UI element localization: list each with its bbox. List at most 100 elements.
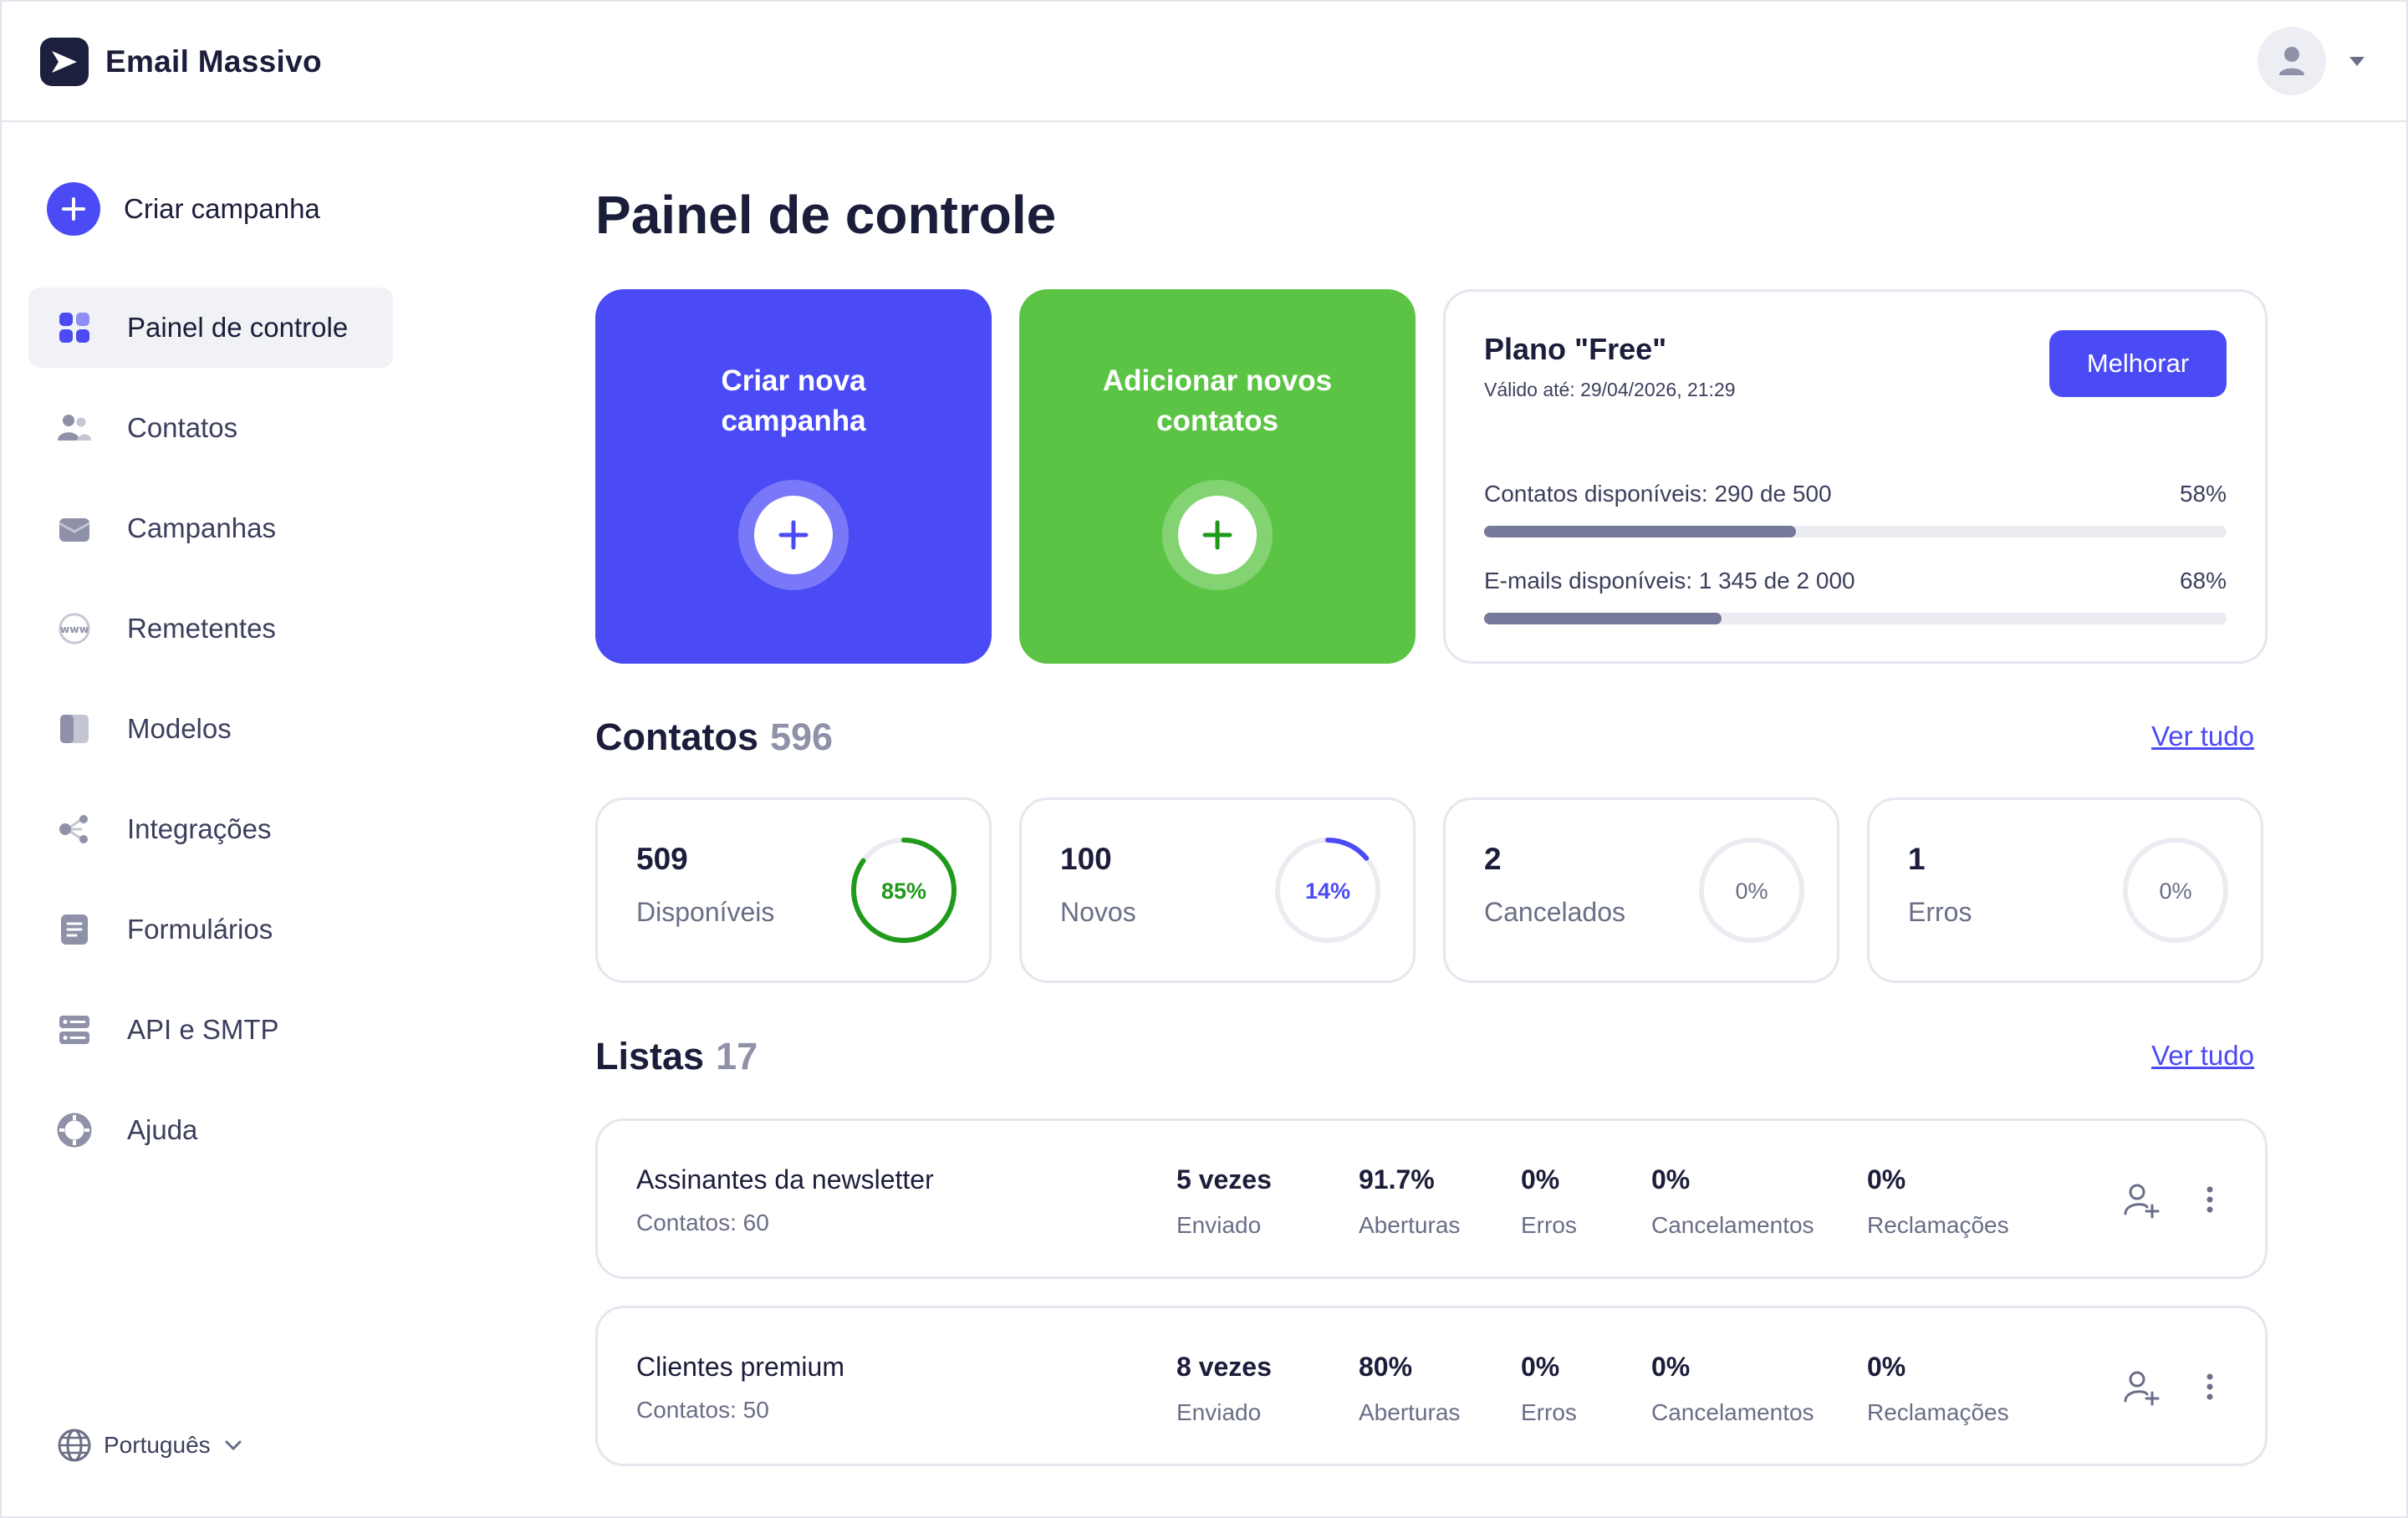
contacts-quota-track [1484,526,2227,537]
list-contacts-count: Contatos: 50 [636,1397,769,1423]
svg-text:www: www [60,623,89,635]
chevron-down-icon[interactable] [2349,56,2365,66]
list-contacts-count: Contatos: 60 [636,1210,769,1235]
list-name: Assinantes da newsletter [636,1164,934,1195]
new-contacts-card[interactable]: Adicionar novos contatos [1019,289,1416,664]
create-campaign-button[interactable]: Criar campanha [47,182,320,236]
new-campaign-title: Criar nova campanha [721,364,866,437]
emails-quota-percent: 68% [2179,568,2227,593]
metric-label: Cancelamentos [1651,1212,1814,1238]
plus-icon [754,496,833,574]
sidebar-item-templates[interactable]: Modelos [28,689,393,769]
sidebar-item-label: Ajuda [127,1114,198,1145]
app-name: Email Massivo [105,44,322,79]
plus-icon [1178,496,1257,574]
contacts-section-title: Contatos 596 [595,716,833,759]
forms-icon [57,912,92,947]
metric-opens: 80% Aberturas [1359,1352,1460,1426]
templates-icon [57,711,92,746]
add-contact-button[interactable] [2120,1365,2163,1408]
contacts-view-all-link[interactable]: Ver tudo [2151,721,2254,752]
chevron-down-icon [225,1440,242,1451]
avatar[interactable] [2258,27,2326,95]
sidebar-item-label: Contatos [127,412,238,443]
sidebar-item-contacts[interactable]: Contatos [28,388,393,468]
stat-label: Cancelados [1484,897,1625,927]
stat-card-new[interactable]: 100 Novos 14% [1019,797,1416,983]
metric-label: Cancelamentos [1651,1399,1814,1425]
metric-unsubscribes: 0% Cancelamentos [1651,1352,1814,1426]
more-options-button[interactable] [2188,1178,2232,1221]
sidebar-item-campaigns[interactable]: Campanhas [28,488,393,568]
new-contacts-plus-button[interactable] [1162,480,1273,590]
progress-ring: 0% [1699,838,1804,943]
metric-value: 0% [1521,1352,1560,1382]
sidebar-nav: Painel de controle Contatos Campanhas ww… [28,288,393,1190]
user-icon [2279,47,2304,75]
metric-value: 0% [1651,1164,1691,1195]
more-options-button[interactable] [2188,1365,2232,1408]
stat-card-cancelled[interactable]: 2 Cancelados 0% [1443,797,1839,983]
campaigns-icon [57,511,92,546]
metric-unsubscribes: 0% Cancelamentos [1651,1164,1814,1239]
lists-view-all-link[interactable]: Ver tudo [2151,1040,2254,1072]
plus-icon [47,182,100,236]
metric-value: 0% [1651,1352,1691,1382]
contacts-section-count: 596 [770,716,834,758]
more-vertical-icon [2206,1373,2213,1400]
plan-title: Plano "Free" [1484,332,1667,366]
plan-valid-until: Válido até: 29/04/2026, 21:29 [1484,379,1736,400]
sidebar-item-forms[interactable]: Formulários [28,889,393,970]
metric-value: 0% [1867,1164,1906,1195]
user-menu[interactable] [2258,27,2365,95]
globe-icon [58,1429,91,1462]
stat-card-available[interactable]: 509 Disponíveis 85% [595,797,992,983]
svg-text:0%: 0% [2159,879,2191,904]
metric-label: Erros [1521,1399,1577,1425]
integrations-icon [57,812,92,847]
metric-errors: 0% Erros [1521,1352,1577,1426]
metric-value: 0% [1867,1352,1906,1382]
stat-value: 509 [636,842,688,876]
metric-label: Enviado [1176,1399,1262,1425]
new-campaign-card[interactable]: Criar nova campanha [595,289,992,664]
sidebar-item-senders[interactable]: www Remetentes [28,588,393,669]
new-campaign-plus-button[interactable] [738,480,849,590]
lists-section-label: Listas [595,1035,705,1077]
list-item[interactable]: Assinantes da newsletter Contatos: 60 5 … [595,1118,2268,1279]
svg-text:14%: 14% [1305,879,1350,904]
plan-card: Plano "Free" Válido até: 29/04/2026, 21:… [1443,289,2268,664]
metric-opens: 91.7% Aberturas [1359,1164,1460,1239]
sidebar-item-api-smtp[interactable]: API e SMTP [28,990,393,1070]
sidebar-item-label: Painel de controle [127,312,349,343]
logo-arrow-icon [40,38,89,86]
stat-value: 100 [1060,842,1112,876]
add-user-icon [2124,1184,2160,1219]
stat-card-errors[interactable]: 1 Erros 0% [1867,797,2263,983]
list-item[interactable]: Clientes premium Contatos: 50 8 vezes En… [595,1306,2268,1466]
new-contacts-title: Adicionar novos contatos [1102,364,1333,437]
contacts-quota-percent: 58% [2179,481,2227,507]
progress-ring: 0% [2123,838,2228,943]
svg-text:0%: 0% [1735,879,1768,904]
add-contact-button[interactable] [2120,1178,2163,1221]
metric-label: Reclamações [1867,1212,2009,1238]
app-logo[interactable]: Email Massivo [40,38,322,86]
upgrade-button[interactable]: Melhorar [2049,330,2227,397]
sidebar-item-help[interactable]: Ajuda [28,1090,393,1170]
metric-label: Reclamações [1867,1399,2009,1425]
lists-section-title: Listas 17 [595,1035,758,1078]
metric-label: Erros [1521,1212,1577,1238]
sidebar-item-dashboard[interactable]: Painel de controle [28,288,393,368]
lists-section-count: 17 [716,1035,758,1077]
add-user-icon [2124,1371,2160,1406]
stat-label: Novos [1060,897,1136,927]
sidebar-item-label: API e SMTP [127,1014,279,1045]
language-selector[interactable]: Português [57,1428,242,1463]
metric-errors: 0% Erros [1521,1164,1577,1239]
stat-label: Disponíveis [636,897,775,927]
page-title: Painel de controle [595,185,1057,245]
list-name: Clientes premium [636,1352,844,1382]
sidebar-item-integrations[interactable]: Integrações [28,789,393,869]
dashboard-icon [57,310,92,345]
